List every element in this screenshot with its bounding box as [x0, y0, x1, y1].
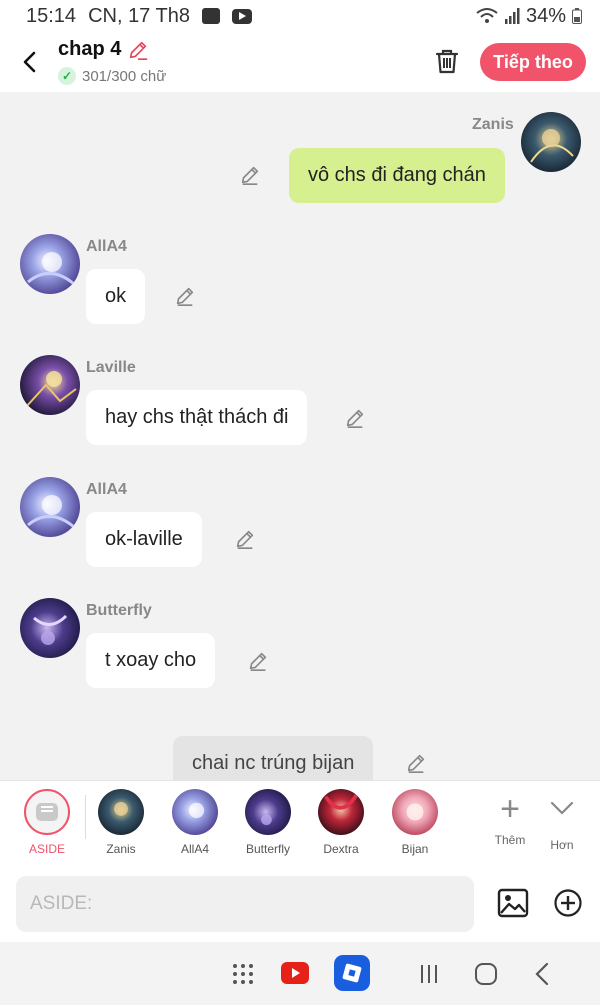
avatar-butterfly[interactable]: [20, 598, 80, 658]
chapter-header: chap 4 ✓ 301/300 chữ Tiếp theo: [0, 32, 600, 92]
character-bijan[interactable]: Bijan: [380, 789, 450, 856]
edit-message-icon[interactable]: [344, 407, 366, 429]
back-button[interactable]: [14, 46, 46, 78]
character-name: Dextra: [323, 842, 359, 856]
trash-icon[interactable]: [432, 46, 462, 76]
word-count-row: ✓ 301/300 chữ: [58, 67, 166, 85]
youtube-notification-icon: [231, 8, 252, 24]
title-row[interactable]: chap 4: [58, 38, 149, 61]
sender-name: Laville: [86, 359, 136, 376]
chapter-title[interactable]: chap 4: [58, 38, 121, 61]
avatar-alla4[interactable]: [20, 234, 80, 294]
youtube-app-icon[interactable]: [281, 962, 309, 984]
chevron-left-icon: [23, 51, 36, 73]
status-time: 15:14: [26, 4, 77, 27]
character-name: ASIDE: [28, 842, 65, 856]
image-icon[interactable]: [497, 888, 529, 918]
roblox-app-icon[interactable]: [334, 955, 370, 991]
edit-message-icon[interactable]: [234, 528, 256, 550]
signal-icon: [504, 8, 520, 24]
more-characters-button[interactable]: Hơn: [535, 789, 589, 852]
narration-icon: [36, 803, 58, 821]
next-button[interactable]: Tiếp theo: [480, 43, 586, 81]
narration-bubble[interactable]: chai nc trúng bijan: [173, 736, 374, 780]
avatar: [318, 789, 364, 835]
nav-back-icon[interactable]: [532, 962, 552, 986]
plus-icon: +: [500, 790, 520, 828]
avatar-zanis[interactable]: [521, 112, 581, 172]
add-character-button[interactable]: + Thêm: [483, 789, 537, 847]
character-name: Butterfly: [245, 842, 290, 856]
character-aside[interactable]: ASIDE: [12, 789, 82, 856]
character-name: AllA4: [180, 842, 209, 856]
character-dextra[interactable]: Dextra: [306, 789, 376, 856]
edit-message-icon[interactable]: [405, 752, 427, 774]
sender-name: Butterfly: [86, 602, 152, 619]
character-alla4[interactable]: AllA4: [160, 789, 230, 856]
word-count: 301/300 chữ: [82, 67, 167, 85]
more-label: Hơn: [550, 838, 574, 852]
battery-level: 34%: [525, 4, 566, 27]
avatar: [245, 789, 291, 835]
avatar: [98, 789, 144, 835]
composer: [0, 866, 600, 942]
character-name: Zanis: [106, 842, 136, 856]
message-bubble[interactable]: ok: [86, 269, 146, 324]
avatar-alla4[interactable]: [20, 477, 80, 537]
message-bubble[interactable]: t xoay cho: [86, 633, 216, 688]
add-label: Thêm: [494, 833, 526, 847]
recent-apps-icon[interactable]: [418, 963, 440, 985]
sender-name: Zanis: [472, 116, 514, 133]
chat-area[interactable]: Zanis vô chs đi đang chán AllA4 ok Lavil…: [0, 92, 600, 780]
status-date: CN, 17 Th8: [88, 4, 190, 27]
sender-name: AllA4: [86, 481, 127, 498]
avatar-laville[interactable]: [20, 355, 80, 415]
edit-message-icon[interactable]: [247, 650, 269, 672]
avatar: [392, 789, 438, 835]
system-nav-bar: [0, 942, 600, 1005]
add-circle-icon[interactable]: [553, 888, 583, 918]
aside-avatar: [24, 789, 70, 835]
character-name: Bijan: [401, 842, 429, 856]
status-bar: 15:14 CN, 17 Th8 34%: [0, 0, 600, 32]
edit-message-icon[interactable]: [239, 164, 261, 186]
check-icon: ✓: [58, 67, 76, 85]
message-bubble[interactable]: ok-laville: [86, 512, 202, 567]
message-bubble[interactable]: hay chs thật thách đi: [86, 390, 308, 445]
character-selector: ASIDE Zanis AllA4 Butterfly Dextra Bijan…: [0, 780, 600, 866]
character-zanis[interactable]: Zanis: [86, 789, 156, 856]
message-input[interactable]: [16, 876, 474, 932]
chevron-down-icon: [550, 801, 574, 815]
avatar: [172, 789, 218, 835]
home-icon[interactable]: [474, 962, 498, 986]
edit-title-icon[interactable]: [127, 39, 149, 61]
character-butterfly[interactable]: Butterfly: [233, 789, 303, 856]
wifi-icon: [476, 8, 498, 23]
app-drawer-icon[interactable]: [232, 963, 254, 985]
message-bubble[interactable]: vô chs đi đang chán: [289, 148, 505, 203]
battery-icon: [572, 8, 582, 24]
edit-message-icon[interactable]: [174, 285, 196, 307]
gallery-notification-icon: [201, 8, 220, 24]
sender-name: AllA4: [86, 238, 127, 255]
